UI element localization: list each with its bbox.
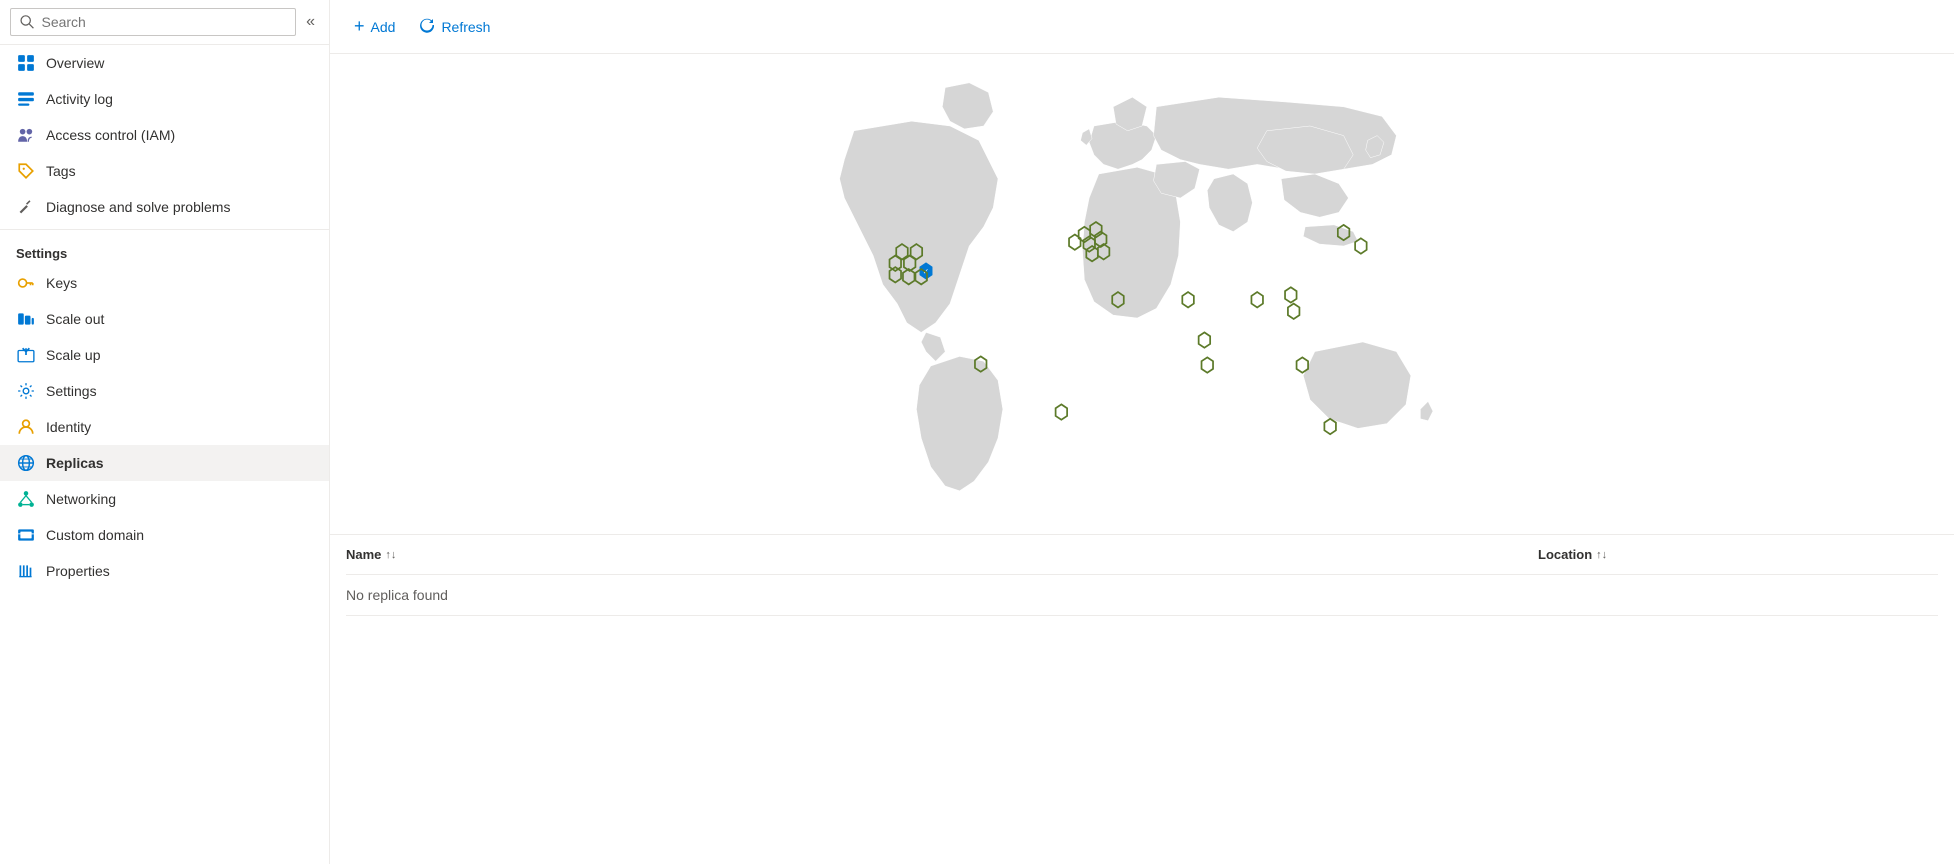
sidebar-item-networking[interactable]: Networking	[0, 481, 329, 517]
sidebar-item-activity-log[interactable]: Activity log	[0, 81, 329, 117]
sidebar-item-replicas[interactable]: Replicas	[0, 445, 329, 481]
sidebar-search-row: «	[0, 0, 329, 45]
network-icon	[16, 489, 36, 509]
sidebar-item-keys[interactable]: Keys	[0, 265, 329, 301]
sidebar-item-label: Scale out	[46, 311, 104, 327]
wrench-icon	[16, 197, 36, 217]
sidebar-item-label: Diagnose and solve problems	[46, 199, 230, 215]
sidebar-item-access-control[interactable]: Access control (IAM)	[0, 117, 329, 153]
sidebar-item-label: Scale up	[46, 347, 100, 363]
sidebar-item-label: Replicas	[46, 455, 104, 471]
list-icon	[16, 89, 36, 109]
column-name[interactable]: Name ↑↓	[346, 547, 1538, 562]
nav-section: Overview Activity log	[0, 45, 329, 225]
sidebar-item-label: Identity	[46, 419, 91, 435]
sidebar-item-properties[interactable]: Properties	[0, 553, 329, 589]
sidebar-item-identity[interactable]: Identity	[0, 409, 329, 445]
sidebar-item-label: Settings	[46, 383, 97, 399]
scale-out-icon	[16, 309, 36, 329]
globe-icon	[16, 453, 36, 473]
gear-icon	[16, 381, 36, 401]
add-button[interactable]: + Add	[346, 10, 403, 43]
name-sort-icon[interactable]: ↑↓	[385, 549, 396, 561]
add-label: Add	[371, 19, 396, 35]
location-column-label: Location	[1538, 547, 1592, 562]
sidebar-item-scale-up[interactable]: Scale up	[0, 337, 329, 373]
people-icon	[16, 125, 36, 145]
key-icon	[16, 273, 36, 293]
sidebar-item-settings[interactable]: Settings	[0, 373, 329, 409]
sidebar-item-diagnose[interactable]: Diagnose and solve problems	[0, 189, 329, 225]
refresh-label: Refresh	[441, 19, 490, 35]
sidebar-item-label: Properties	[46, 563, 110, 579]
sidebar-item-scale-out[interactable]: Scale out	[0, 301, 329, 337]
sidebar-item-custom-domain[interactable]: Custom domain	[0, 517, 329, 553]
table-header: Name ↑↓ Location ↑↓	[346, 535, 1938, 575]
scale-up-icon	[16, 345, 36, 365]
toolbar: + Add Refresh	[330, 0, 1954, 54]
refresh-button[interactable]: Refresh	[411, 11, 498, 42]
sidebar-item-label: Activity log	[46, 91, 113, 107]
plus-icon: +	[354, 16, 365, 37]
sidebar-item-label: Overview	[46, 55, 104, 71]
identity-icon	[16, 417, 36, 437]
tag-icon	[16, 161, 36, 181]
search-icon	[19, 13, 35, 31]
search-box[interactable]	[10, 8, 296, 36]
sidebar: « Overview A	[0, 0, 330, 864]
empty-message: No replica found	[346, 587, 448, 603]
column-location[interactable]: Location ↑↓	[1538, 547, 1938, 562]
sidebar-item-label: Access control (IAM)	[46, 127, 175, 143]
replicas-table: Name ↑↓ Location ↑↓ No replica found	[330, 534, 1954, 616]
sidebar-item-label: Networking	[46, 491, 116, 507]
sidebar-item-tags[interactable]: Tags	[0, 153, 329, 189]
refresh-icon	[419, 17, 435, 36]
world-map-svg: ✓	[330, 54, 1954, 534]
world-map: ✓	[330, 54, 1954, 534]
sidebar-item-label: Custom domain	[46, 527, 144, 543]
collapse-button[interactable]: «	[302, 9, 319, 35]
sidebar-item-label: Keys	[46, 275, 77, 291]
sidebar-item-overview[interactable]: Overview	[0, 45, 329, 81]
content-area: ✓	[330, 54, 1954, 864]
settings-section-header: Settings	[0, 229, 329, 265]
properties-icon	[16, 561, 36, 581]
empty-state-row: No replica found	[346, 575, 1938, 616]
search-input[interactable]	[41, 14, 287, 30]
grid-icon	[16, 53, 36, 73]
domain-icon	[16, 525, 36, 545]
name-column-label: Name	[346, 547, 381, 562]
location-sort-icon[interactable]: ↑↓	[1596, 549, 1607, 561]
sidebar-item-label: Tags	[46, 163, 76, 179]
main-content: + Add Refresh	[330, 0, 1954, 864]
